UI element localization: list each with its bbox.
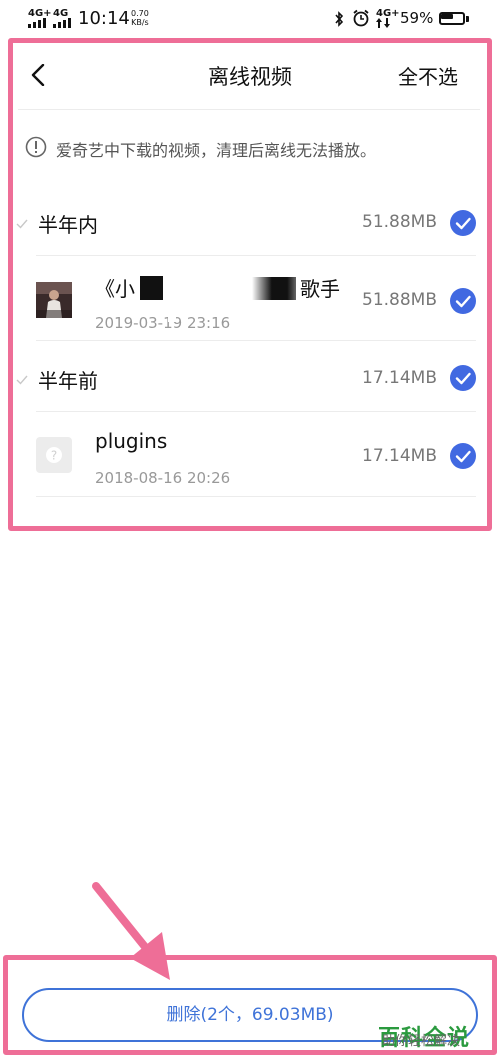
speed-unit: KB/s xyxy=(131,18,149,27)
group-checkbox-recent[interactable] xyxy=(449,209,477,237)
item-checkbox[interactable] xyxy=(449,287,477,315)
network-type-label: 4G xyxy=(53,8,69,19)
battery-fill xyxy=(441,14,453,19)
alarm-icon xyxy=(353,9,369,27)
battery-percent: 59% xyxy=(400,9,434,27)
speed-value: 0.70 xyxy=(131,9,149,18)
redaction-block xyxy=(140,276,163,300)
group-collapse-check-icon[interactable] xyxy=(16,375,28,385)
group-size-older: 17.14MB xyxy=(362,368,437,388)
clock: 10:14 xyxy=(78,8,130,29)
group-size-recent: 51.88MB xyxy=(362,212,437,232)
header-divider xyxy=(18,109,480,110)
group-title-recent: 半年内 xyxy=(38,213,98,237)
signal-4g-plus: 4G+ xyxy=(28,9,52,30)
item-checkbox[interactable] xyxy=(449,442,477,470)
bluetooth-icon xyxy=(335,11,344,27)
redaction-mask xyxy=(168,310,176,322)
network-speed: 0.70 KB/s xyxy=(131,9,149,27)
row-divider xyxy=(36,340,476,341)
watermark-subtitle: 助你轻松解决 xyxy=(382,1034,461,1049)
unknown-file-icon: ? xyxy=(36,437,72,473)
svg-text:?: ? xyxy=(51,449,57,463)
network-type-label: 4G+ xyxy=(28,8,52,19)
group-title-older: 半年前 xyxy=(38,369,98,393)
data-arrows-icon xyxy=(376,18,390,28)
info-alert-icon xyxy=(25,136,47,158)
video-size: 51.88MB xyxy=(362,290,437,310)
status-bar: 4G+ 4G 10:14 0.70 KB/s 4G+ 59% xyxy=(0,0,500,38)
file-date: 2018-08-16 20:26 xyxy=(95,469,231,487)
redaction-block xyxy=(252,277,296,300)
file-title: plugins xyxy=(95,429,168,453)
file-size: 17.14MB xyxy=(362,446,437,466)
deselect-all-button[interactable]: 全不选 xyxy=(398,61,458,90)
signal-4g-plus-secondary: 4G+ xyxy=(376,9,400,30)
notice-text: 爱奇艺中下载的视频，清理后离线无法播放。 xyxy=(56,141,377,160)
video-title-start: 《小 xyxy=(95,277,135,301)
signal-bars-icon xyxy=(53,18,71,28)
video-date: 2019-03-19 23:16 xyxy=(95,314,231,332)
row-divider xyxy=(36,496,476,497)
group-collapse-check-icon[interactable] xyxy=(16,219,28,229)
network-type-label: 4G+ xyxy=(376,8,400,19)
signal-4g: 4G xyxy=(53,9,73,30)
battery-cap xyxy=(466,16,469,22)
video-thumbnail xyxy=(36,282,72,318)
signal-bars-icon xyxy=(28,18,46,28)
group-checkbox-older[interactable] xyxy=(449,364,477,392)
